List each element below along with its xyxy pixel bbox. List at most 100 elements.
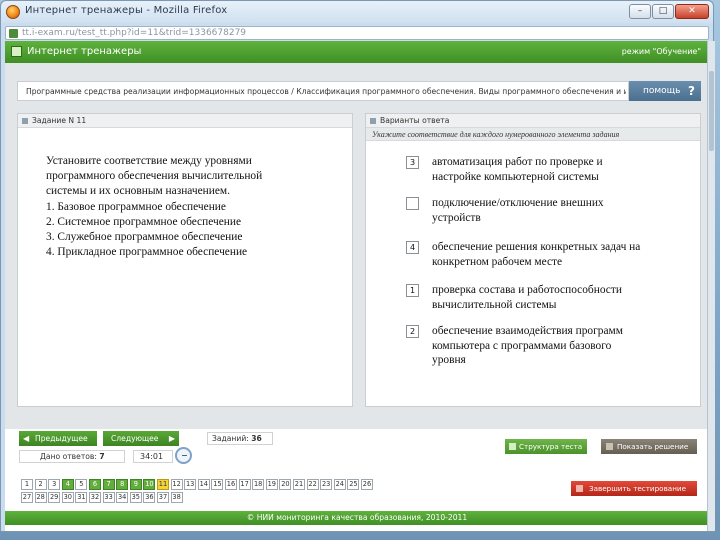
answer-line: обеспечение решения конкретных задач на xyxy=(432,241,641,253)
app-title: Интернет тренажеры xyxy=(27,46,142,57)
answer-line: автоматизация работ по проверке и xyxy=(432,156,603,168)
page-number-4[interactable]: 4 xyxy=(61,479,74,490)
answer-panel-title: Варианты ответа xyxy=(380,116,450,125)
show-solution-label: Показать решение xyxy=(617,442,689,451)
next-button[interactable]: Следующее ▶ xyxy=(103,431,179,446)
answer-instruction: Укажите соответствие для каждого нумеров… xyxy=(366,128,700,141)
page-number-2[interactable]: 2 xyxy=(34,479,47,490)
page-number-14[interactable]: 14 xyxy=(197,479,210,490)
page-number-34[interactable]: 34 xyxy=(116,492,129,503)
page-number-27[interactable]: 27 xyxy=(21,492,33,503)
answer-text: автоматизация работ по проверке и настро… xyxy=(432,155,694,184)
test-structure-label: Структура теста xyxy=(519,442,583,451)
page-number-31[interactable]: 31 xyxy=(75,492,88,503)
previous-label: Предыдущее xyxy=(35,434,88,443)
answer-number-input[interactable] xyxy=(406,197,419,210)
answered-label: Дано ответов: xyxy=(40,452,97,461)
window-title: Интернет тренажеры - Mozilla Firefox xyxy=(25,5,228,16)
solution-icon xyxy=(606,443,613,450)
url-bar[interactable]: tt.i-exam.ru/test_tt.php?id=11&trid=1336… xyxy=(5,26,709,40)
page-number-33[interactable]: 33 xyxy=(102,492,115,503)
answer-text: обеспечение взаимодействия программ комп… xyxy=(432,324,694,368)
page-number-26[interactable]: 26 xyxy=(361,479,373,490)
page-number-17[interactable]: 17 xyxy=(238,479,251,490)
footer: © НИИ мониторинга качества образования, … xyxy=(5,511,709,525)
help-button[interactable]: помощь ? xyxy=(629,81,701,101)
structure-icon xyxy=(509,443,516,450)
finish-test-button[interactable]: Завершить тестирование xyxy=(571,481,697,496)
breadcrumb: Программные средства реализации информац… xyxy=(26,87,626,96)
question-mark-icon: ? xyxy=(688,84,695,98)
scrollbar[interactable] xyxy=(707,41,715,531)
clock-icon xyxy=(175,447,192,464)
previous-button[interactable]: ◀ Предыдущее xyxy=(19,431,97,446)
answer-line: конкретном рабочем месте xyxy=(432,255,563,268)
page-number-16[interactable]: 16 xyxy=(225,479,237,490)
answer-line: уровня xyxy=(432,354,466,367)
tasks-count-value: 36 xyxy=(251,434,262,443)
url-text: tt.i-exam.ru/test_tt.php?id=11&trid=1336… xyxy=(22,28,247,38)
answered-value: 7 xyxy=(99,452,105,461)
app-header: Интернет тренажеры режим "Обучение" xyxy=(5,41,709,63)
page-number-21[interactable]: 21 xyxy=(293,479,305,490)
next-label: Следующее xyxy=(111,434,159,443)
scroll-thumb[interactable] xyxy=(709,71,714,151)
page-number-1[interactable]: 1 xyxy=(21,479,33,490)
page-number-10[interactable]: 10 xyxy=(143,479,156,490)
page-number-32[interactable]: 32 xyxy=(89,492,101,503)
page-number-35[interactable]: 35 xyxy=(129,492,142,503)
site-icon xyxy=(9,29,18,38)
task-panel: Задание N 11 Установите соответствие меж… xyxy=(17,113,353,407)
tasks-count-label: Заданий: xyxy=(212,434,249,443)
page-number-28[interactable]: 28 xyxy=(34,492,47,503)
task-panel-header: Задание N 11 xyxy=(18,114,352,128)
page-number-9[interactable]: 9 xyxy=(129,479,142,490)
page-number-15[interactable]: 15 xyxy=(211,479,224,490)
task-line: 3. Служебное программное обеспечение xyxy=(46,231,243,244)
answered-count: Дано ответов: 7 xyxy=(19,450,125,463)
answer-number-input[interactable]: 3 xyxy=(406,156,419,169)
page-number-19[interactable]: 19 xyxy=(265,479,278,490)
page-number-6[interactable]: 6 xyxy=(89,479,101,490)
page-number-30[interactable]: 30 xyxy=(61,492,74,503)
page-number-8[interactable]: 8 xyxy=(116,479,129,490)
content-area: Программные средства реализации информац… xyxy=(5,63,709,429)
page-number-29[interactable]: 29 xyxy=(48,492,61,503)
answer-panel-header: Варианты ответа xyxy=(366,114,700,128)
show-solution-button[interactable]: Показать решение xyxy=(601,439,697,454)
answer-line: устройств xyxy=(432,211,481,224)
arrow-right-icon: ▶ xyxy=(168,434,175,443)
test-structure-button[interactable]: Структура теста xyxy=(505,439,587,454)
answer-number-input[interactable]: 4 xyxy=(406,241,419,254)
task-number: Задание N 11 xyxy=(32,116,87,125)
page-number-13[interactable]: 13 xyxy=(184,479,197,490)
task-line: системы и их основным назначением. xyxy=(46,185,230,198)
answer-line: подключение/отключение внешних xyxy=(432,197,604,209)
page-number-23[interactable]: 23 xyxy=(320,479,333,490)
maximize-button[interactable]: □ xyxy=(652,4,674,19)
arrow-left-icon: ◀ xyxy=(23,434,30,443)
page-number-38[interactable]: 38 xyxy=(170,492,183,503)
page-number-36[interactable]: 36 xyxy=(143,492,156,503)
answer-line: проверка состава и работоспособности xyxy=(432,284,622,296)
page-number-37[interactable]: 37 xyxy=(157,492,169,503)
page-number-18[interactable]: 18 xyxy=(252,479,265,490)
tasks-count: Заданий: 36 xyxy=(207,432,273,445)
minimize-button[interactable]: – xyxy=(629,4,651,19)
answer-number-input[interactable]: 2 xyxy=(406,325,419,338)
answer-text: подключение/отключение внешних устройств xyxy=(432,196,694,225)
page-number-7[interactable]: 7 xyxy=(102,479,115,490)
page-number-20[interactable]: 20 xyxy=(279,479,292,490)
page-number-25[interactable]: 25 xyxy=(347,479,360,490)
page-number-12[interactable]: 12 xyxy=(170,479,183,490)
close-button[interactable]: ✕ xyxy=(675,4,709,19)
page-number-24[interactable]: 24 xyxy=(333,479,346,490)
finish-test-label: Завершить тестирование xyxy=(589,484,686,493)
page-number-22[interactable]: 22 xyxy=(306,479,319,490)
page-number-11[interactable]: 11 xyxy=(157,479,169,490)
answer-number-input[interactable]: 1 xyxy=(406,284,419,297)
page-number-3[interactable]: 3 xyxy=(48,479,61,490)
task-text: Установите соответствие между уровнями п… xyxy=(46,154,346,260)
page-number-5[interactable]: 5 xyxy=(75,479,88,490)
answer-line: обеспечение взаимодействия программ xyxy=(432,325,623,337)
